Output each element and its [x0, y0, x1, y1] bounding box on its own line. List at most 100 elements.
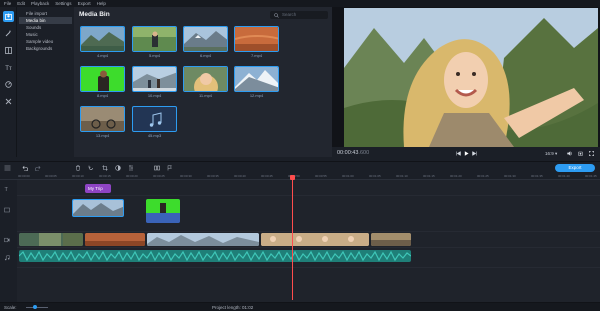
menu-playback[interactable]: Playback [31, 0, 49, 7]
category-music[interactable]: Music [19, 31, 72, 38]
media-item-45[interactable] [132, 106, 177, 132]
color-adjust-icon[interactable] [115, 165, 121, 171]
previous-frame-icon[interactable] [456, 151, 461, 156]
text-track-icon: T [5, 187, 9, 192]
transitions-button[interactable] [3, 45, 14, 56]
timeline-ruler[interactable]: 00:00:00 00:00:05 00:00:10 00:00:15 00:0… [0, 173, 600, 180]
overlay-clip-thumbnail [73, 200, 123, 216]
ruler-label: 00:01:30 [504, 174, 516, 178]
ruler-label: 00:01:40 [558, 174, 570, 178]
track-header-column: T [0, 180, 17, 302]
scale-slider-handle[interactable] [33, 305, 37, 309]
media-bin: Media Bin Search 4.mp4 5.mp4 6.mp4 7.mp4… [74, 7, 332, 157]
media-item-4[interactable] [80, 26, 125, 52]
media-item-13[interactable] [80, 106, 125, 132]
main-video-track [17, 232, 600, 248]
media-item-8[interactable] [80, 66, 125, 92]
video-clip-thumbnail [261, 233, 369, 246]
hikers-thumbnail [133, 67, 176, 91]
timecode: 00:00:43.600 [337, 150, 369, 156]
redo-icon[interactable] [35, 165, 41, 171]
search-input[interactable]: Search [270, 11, 328, 19]
rotate-icon[interactable] [88, 165, 94, 171]
ruler-label: 00:01:05 [369, 174, 381, 178]
video-track-icon [4, 237, 10, 243]
tool-strip: Tт [0, 7, 17, 157]
menu-edit[interactable]: Edit [17, 0, 25, 7]
snapshot-icon[interactable] [578, 151, 583, 156]
svg-text:T: T [5, 187, 9, 192]
media-item-label: 6.mp4 [199, 53, 212, 58]
svg-text:Tт: Tт [5, 66, 12, 71]
media-item-12[interactable] [234, 66, 279, 92]
video-clip-2[interactable] [85, 233, 145, 246]
video-clip-thumbnail [85, 233, 145, 246]
import-tool-icon [5, 13, 12, 20]
overlay-clip-thumbnail [146, 199, 180, 223]
media-item-6[interactable] [183, 26, 228, 52]
category-backgrounds[interactable]: Backgrounds [19, 45, 72, 52]
edit-toolbar: Export [0, 161, 600, 173]
volume-icon[interactable] [567, 151, 573, 156]
export-button[interactable]: Export [555, 164, 595, 172]
media-item-label: 12.mp4 [249, 93, 264, 98]
ruler-label: 00:00:05 [45, 174, 57, 178]
more-tools-icon [5, 98, 12, 105]
music-note-icon [149, 112, 162, 127]
video-clip-thumbnail [19, 233, 83, 246]
fullscreen-icon[interactable] [589, 151, 594, 156]
video-frame[interactable] [344, 8, 598, 147]
category-media-bin[interactable]: Media bin [19, 17, 72, 24]
media-item-11[interactable] [183, 66, 228, 92]
stickers-button[interactable] [3, 79, 14, 90]
track-settings-icon[interactable] [4, 165, 11, 171]
clip-properties-icon[interactable] [128, 165, 134, 171]
aspect-ratio-select[interactable]: 16:9 ▾ [545, 151, 557, 157]
category-panel: File import Media bin Sounds Music Sampl… [17, 7, 74, 157]
split-clip-icon[interactable] [154, 165, 160, 171]
video-clip-4[interactable] [261, 233, 369, 246]
video-clip-3[interactable] [147, 233, 259, 246]
menu-export[interactable]: Export [78, 0, 91, 7]
category-sample-video[interactable]: Sample video [19, 38, 72, 45]
timecode-main: 00:00:43 [337, 150, 359, 156]
video-clip-1[interactable] [19, 233, 83, 246]
menu-help[interactable]: Help [97, 0, 106, 7]
magic-wand-button[interactable] [3, 28, 14, 39]
titles-button[interactable]: Tт [3, 62, 14, 73]
media-item-7[interactable] [234, 26, 279, 52]
overlay-clip-mountains[interactable] [72, 199, 124, 217]
overlay-clip-greenscreen[interactable] [146, 199, 180, 223]
scale-slider[interactable] [26, 307, 48, 308]
media-item-label: 5.mp4 [148, 53, 161, 58]
menu-settings[interactable]: Settings [55, 0, 71, 7]
project-length: Project length: 01:02 [212, 305, 254, 310]
video-clip-5[interactable] [371, 233, 411, 246]
stickers-icon [5, 81, 12, 88]
next-frame-icon[interactable] [472, 151, 477, 156]
menu-file[interactable]: File [4, 0, 11, 7]
timeline: T My Trip [0, 180, 600, 302]
overlay-track [17, 196, 600, 232]
playhead-handle[interactable] [290, 175, 295, 180]
marker-flag-icon[interactable] [167, 165, 173, 171]
ruler-label: 00:01:35 [531, 174, 543, 178]
play-icon[interactable] [464, 151, 469, 156]
media-item-5[interactable] [132, 26, 177, 52]
audio-waveform [19, 250, 411, 262]
music-track [17, 248, 600, 268]
more-tools-button[interactable] [3, 96, 14, 107]
title-clip[interactable]: My Trip [85, 184, 111, 193]
undo-icon[interactable] [22, 165, 28, 171]
delete-icon[interactable] [75, 165, 81, 171]
playhead[interactable] [290, 175, 295, 300]
media-item-10[interactable] [132, 66, 177, 92]
music-clip[interactable] [19, 250, 411, 262]
crop-icon[interactable] [102, 165, 108, 171]
category-sounds[interactable]: Sounds [19, 24, 72, 31]
category-file-import[interactable]: File import [19, 10, 72, 17]
transitions-icon [5, 47, 12, 54]
import-tool-button[interactable] [3, 11, 14, 22]
search-placeholder: Search [282, 12, 297, 17]
ruler-label: 00:01:15 [423, 174, 435, 178]
